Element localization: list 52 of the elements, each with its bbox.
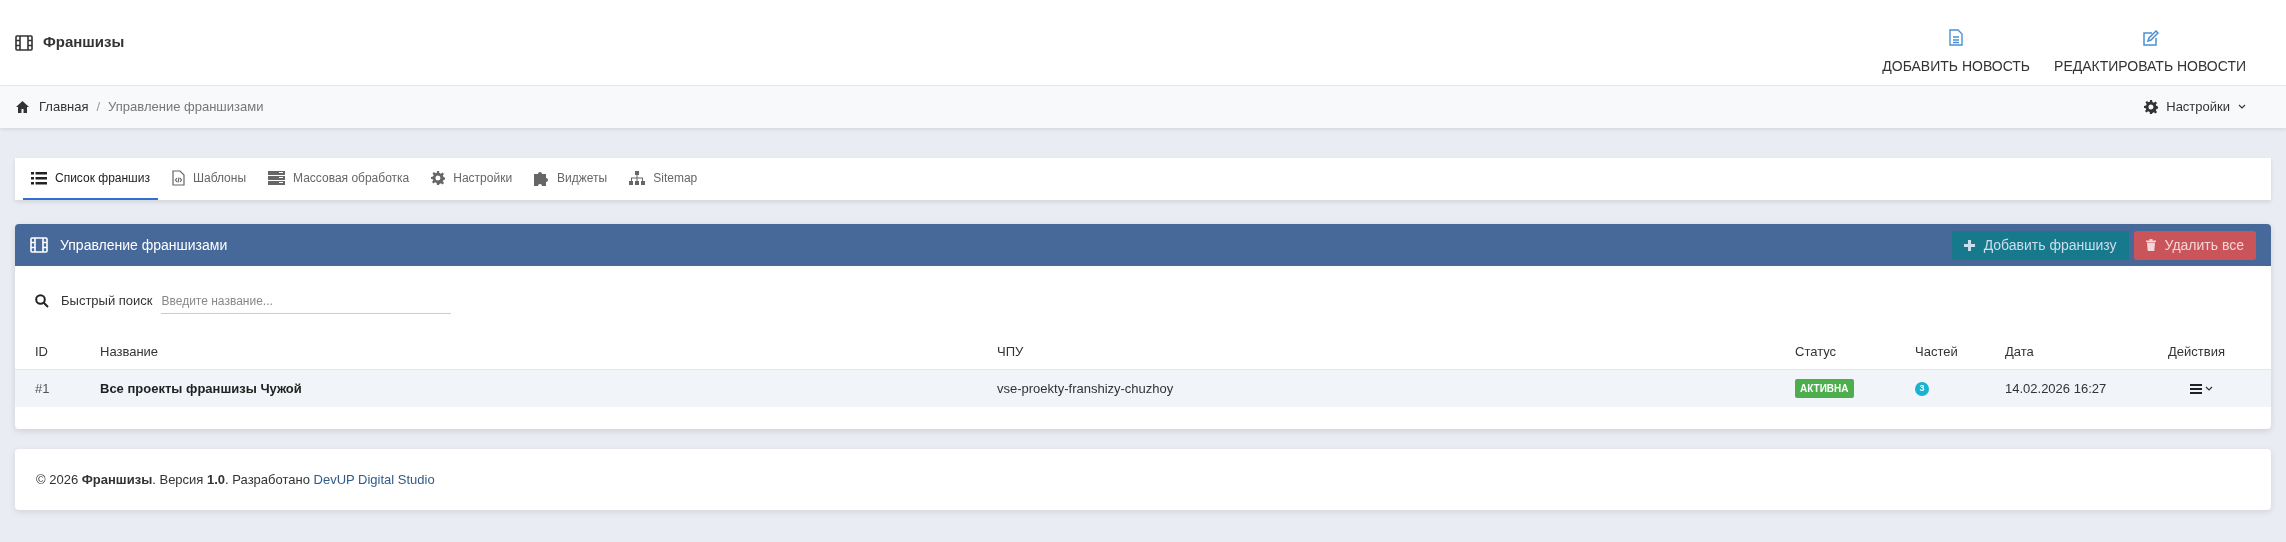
breadcrumb-current: Управление франшизами [108, 98, 264, 117]
breadcrumb-separator: / [96, 98, 101, 117]
tab[interactable]: Sitemap [621, 158, 706, 200]
trash-icon [2145, 239, 2156, 251]
search-icon [35, 294, 49, 308]
header-action-link[interactable]: ДОБАВИТЬ НОВОСТЬ [1882, 28, 2031, 77]
table-cell-text: Все проекты франшизы Чужой [100, 379, 302, 398]
column-header: Статус [1795, 342, 1837, 361]
breadcrumb-link[interactable]: Главная [39, 97, 89, 117]
table-cell-text: vse-proekty-franshizy-chuzhoy [997, 379, 1174, 398]
settings-icon [431, 171, 446, 185]
edit-icon [2141, 29, 2159, 46]
table-cell-text: 14.02.2026 16:27 [2005, 379, 2107, 398]
caret-icon [2205, 385, 2213, 392]
table-cell-text: #1 [35, 379, 50, 398]
sitemap-icon [629, 171, 646, 185]
search-label: Быстрый поиск [61, 292, 153, 311]
home-icon [16, 101, 29, 113]
footer-link[interactable]: DevUP Digital Studio [313, 471, 435, 487]
tab[interactable]: Шаблоны [163, 158, 255, 200]
code-file-icon [171, 170, 185, 186]
header-action-link[interactable]: РЕДАКТИРОВАТЬ НОВОСТИ [2054, 29, 2246, 77]
film-icon [30, 237, 48, 253]
delete-button[interactable]: Удалить все [2133, 230, 2256, 260]
menu-icon [2190, 383, 2202, 394]
status-badge: АКТИВНА [1795, 379, 1854, 398]
actions-menu-button[interactable] [2190, 383, 2213, 394]
column-header: Частей [1915, 342, 1958, 361]
panel-title: Управление франшизами [60, 235, 228, 255]
document-icon [1949, 28, 1964, 46]
puzzle-icon [534, 170, 550, 186]
tab[interactable]: Список франшиз [23, 158, 158, 200]
column-header: ID [35, 342, 48, 361]
footer-text: © 2026 Франшизы. Версия 1.0. Разработано DevUP Digital Studio [36, 470, 435, 489]
list-icon [31, 171, 47, 185]
caret-icon [2238, 104, 2246, 110]
search-field[interactable]: Введите название... [160, 288, 451, 314]
column-header: Действия [2168, 342, 2225, 361]
add-button[interactable]: Добавить франшизу [1951, 230, 2129, 260]
server-icon [268, 171, 286, 185]
settings-icon [2144, 100, 2159, 114]
column-header: Дата [2005, 342, 2034, 361]
page-title: Франшизы [43, 32, 125, 53]
column-header: ЧПУ [997, 342, 1024, 361]
plus-icon [1963, 239, 1975, 251]
count-badge: 3 [1915, 381, 1929, 396]
film-icon [15, 34, 33, 51]
settings-dropdown[interactable]: Настройки [2144, 97, 2246, 117]
column-header: Название [100, 342, 159, 361]
tab[interactable]: Настройки [423, 158, 521, 200]
tab[interactable]: Виджеты [526, 158, 616, 200]
tab[interactable]: Массовая обработка [260, 158, 418, 200]
